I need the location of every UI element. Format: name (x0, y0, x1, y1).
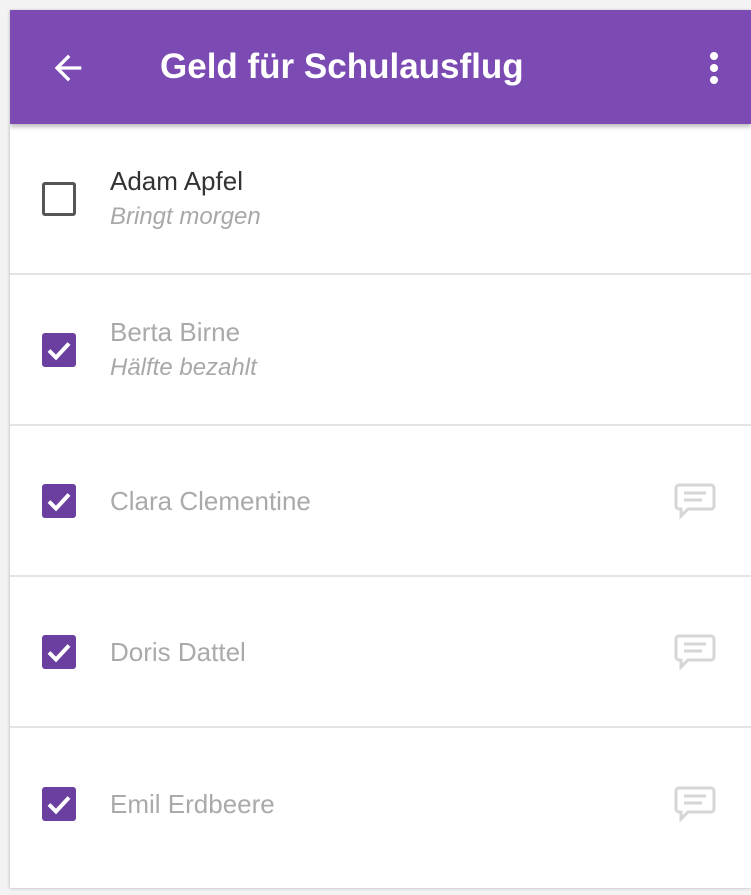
list-item-text: Adam Apfel Bringt morgen (110, 124, 261, 273)
page-title: Geld für Schulausflug (160, 47, 524, 86)
check-icon (47, 643, 71, 662)
check-icon (47, 795, 71, 814)
payment-checkbox[interactable] (42, 634, 76, 669)
app-screen: Geld für Schulausflug Adam Apfel Bringt … (10, 10, 751, 888)
list-item[interactable]: Berta Birne Hälfte bezahlt (10, 275, 751, 426)
arrow-left-icon (54, 54, 82, 82)
list-item-text: Berta Birne Hälfte bezahlt (110, 275, 257, 424)
comment-icon[interactable] (674, 784, 716, 824)
list-item[interactable]: Clara Clementine (10, 426, 751, 577)
comment-icon[interactable] (674, 481, 716, 521)
list-item[interactable]: Doris Dattel (10, 577, 751, 728)
payment-checkbox[interactable] (42, 332, 76, 367)
back-button[interactable] (40, 40, 96, 96)
app-bar: Geld für Schulausflug (10, 10, 751, 124)
check-icon (47, 341, 71, 360)
payment-checkbox[interactable] (42, 483, 76, 518)
list-item-text: Clara Clementine (110, 426, 311, 575)
list-item[interactable]: Adam Apfel Bringt morgen (10, 124, 751, 275)
student-name: Berta Birne (110, 316, 241, 347)
list-item[interactable]: Emil Erdbeere (10, 728, 751, 879)
payment-checkbox[interactable] (42, 181, 76, 216)
comment-icon[interactable] (674, 632, 716, 672)
check-icon (47, 492, 71, 511)
overflow-menu-button[interactable] (694, 40, 734, 96)
list-item-text: Doris Dattel (110, 577, 246, 726)
student-name: Emil Erdbeere (110, 788, 275, 819)
student-list: Adam Apfel Bringt morgen Berta Birne Häl… (10, 124, 751, 879)
list-item-text: Emil Erdbeere (110, 728, 275, 879)
student-name: Adam Apfel (110, 165, 243, 196)
student-name: Doris Dattel (110, 636, 246, 667)
more-vertical-icon (710, 52, 718, 84)
student-name: Clara Clementine (110, 485, 311, 516)
student-note: Hälfte bezahlt (110, 353, 257, 381)
payment-checkbox[interactable] (42, 786, 76, 821)
student-note: Bringt morgen (110, 202, 261, 230)
